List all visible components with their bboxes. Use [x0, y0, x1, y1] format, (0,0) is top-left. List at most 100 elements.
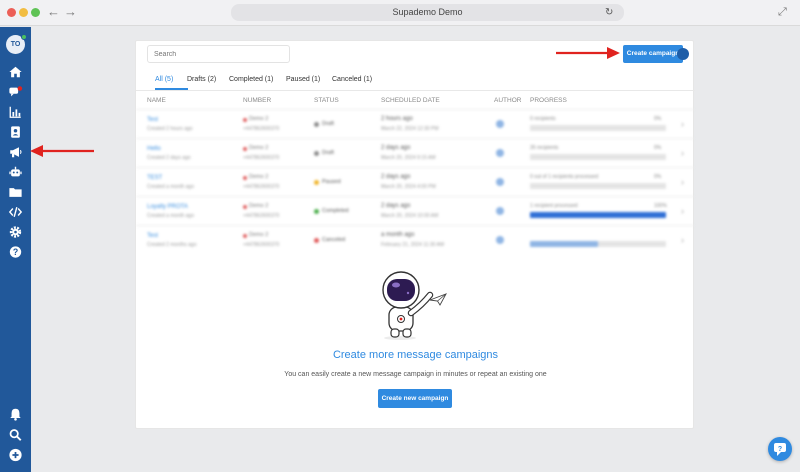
sender-name: Demo 2 [249, 203, 269, 209]
campaigns-panel: Create campaign All (5) Drafts (2) Compl… [135, 40, 695, 429]
chevron-right-icon[interactable]: › [681, 177, 684, 187]
svg-text:?: ? [778, 446, 782, 453]
scheduled-date: 2 hours ago [381, 116, 413, 122]
sender-name: Demo 2 [249, 145, 269, 151]
sender-number: +447862600370 [243, 242, 280, 248]
sender-number: +447862600370 [243, 184, 280, 190]
avatar [496, 149, 504, 157]
number-dot [243, 176, 247, 180]
tab-drafts[interactable]: Drafts (2) [187, 71, 216, 89]
progress-bar [530, 183, 666, 189]
header-name: NAME [147, 97, 166, 104]
number-dot [243, 147, 247, 151]
sender-number: +447862600370 [243, 155, 280, 161]
robot-icon[interactable] [8, 165, 23, 179]
chat-icon: ? [774, 443, 786, 456]
campaign-name[interactable]: Test [147, 117, 158, 123]
tab-all[interactable]: All (5) [155, 71, 173, 89]
tab-paused[interactable]: Paused (1) [286, 71, 320, 89]
search-icon[interactable] [8, 428, 23, 442]
chevron-right-icon[interactable]: › [681, 119, 684, 129]
plus-circle-icon[interactable] [8, 448, 23, 462]
status-dot [314, 209, 319, 214]
progress-percent: 100% [654, 203, 667, 209]
campaign-name[interactable]: Hello [147, 146, 161, 152]
close-window-button[interactable] [7, 8, 16, 17]
minimize-window-button[interactable] [19, 8, 28, 17]
scheduled-date: 2 days ago [381, 203, 411, 209]
campaign-name[interactable]: Loyalty PROTA [147, 204, 188, 210]
table-row[interactable]: Loyalty PROTA Created a month ago Demo 2… [136, 196, 695, 225]
progress-text: 26 recipients [530, 145, 559, 151]
progress-bar [530, 154, 666, 160]
home-icon[interactable] [8, 65, 23, 79]
table-row[interactable]: Test Created 2 hours ago Demo 2 +4478626… [136, 109, 695, 138]
chevron-right-icon[interactable]: › [681, 148, 684, 158]
table-row[interactable]: Hello Created 2 days ago Demo 2 +4478626… [136, 138, 695, 167]
scheduled-date: a month ago [381, 232, 415, 238]
status-dot [314, 122, 319, 127]
campaign-name[interactable]: Test [147, 233, 158, 239]
campaign-created: Created a month ago [147, 184, 194, 190]
arrow-left-icon[interactable]: ← [47, 4, 60, 20]
tab-completed[interactable]: Completed (1) [229, 71, 273, 89]
campaign-created: Created a month ago [147, 213, 194, 219]
chat-support-button[interactable]: ? [768, 437, 792, 461]
sender-number: +447862600370 [243, 126, 280, 132]
chevron-right-icon[interactable]: › [681, 206, 684, 216]
avatar [496, 207, 504, 215]
campaign-created: Created 2 days ago [147, 155, 191, 161]
status-badge: Paused [322, 179, 341, 185]
create-campaign-button[interactable]: Create campaign [623, 45, 683, 63]
scheduled-date-full: March 20, 2024 4:00 PM [381, 184, 436, 190]
tab-canceled[interactable]: Canceled (1) [332, 71, 372, 89]
table-row[interactable]: Test Created 2 months ago Demo 2 +447862… [136, 225, 695, 254]
sender-name: Demo 2 [249, 116, 269, 122]
megaphone-icon[interactable] [8, 145, 23, 159]
empty-state-subtitle: You can easily create a new message camp… [284, 371, 547, 378]
divider [136, 90, 695, 91]
arrow-right-icon[interactable]: → [64, 4, 77, 20]
chat-bubbles-icon[interactable] [8, 85, 23, 99]
address-bar[interactable]: Supademo Demo [231, 4, 624, 21]
progress-fill [530, 212, 666, 218]
status-dot [314, 238, 319, 243]
status-badge: Draft [322, 150, 334, 156]
bell-icon[interactable] [8, 407, 23, 421]
campaign-name[interactable]: TEST [147, 175, 162, 181]
click-indicator-dot [677, 48, 689, 60]
folder-icon[interactable] [8, 185, 23, 199]
table-row[interactable]: TEST Created a month ago Demo 2 +4478626… [136, 167, 695, 196]
reload-icon[interactable]: ↻ [605, 4, 613, 21]
progress-bar [530, 241, 666, 247]
progress-text: 0 out of 1 recipients processed [530, 174, 599, 180]
chevron-right-icon[interactable]: › [681, 235, 684, 245]
create-new-campaign-button[interactable]: Create new campaign [378, 389, 452, 408]
maximize-window-button[interactable] [31, 8, 40, 17]
progress-fill [530, 241, 598, 247]
svg-text:?: ? [13, 247, 18, 257]
code-icon[interactable] [8, 205, 23, 219]
status-badge: Draft [322, 121, 334, 127]
help-icon[interactable]: ? [8, 245, 23, 259]
avatar [496, 236, 504, 244]
scheduled-date-full: March 20, 2024 10:00 AM [381, 213, 439, 219]
progress-bar [530, 212, 666, 218]
gear-icon[interactable] [8, 225, 23, 239]
scheduled-date: 2 days ago [381, 145, 411, 151]
campaign-created: Created 2 months ago [147, 242, 197, 248]
header-author: AUTHOR [494, 97, 522, 104]
contact-book-icon[interactable] [8, 125, 23, 139]
search-input[interactable] [147, 45, 290, 63]
expand-icon[interactable]: ⤢ [778, 5, 787, 19]
status-dot [314, 180, 319, 185]
number-dot [243, 118, 247, 122]
progress-percent: 0% [654, 174, 662, 180]
bar-chart-icon[interactable] [8, 105, 23, 119]
progress-text: 1 recipient processed [530, 203, 578, 209]
header-scheduled-date: SCHEDULED DATE [381, 97, 440, 104]
campaign-created: Created 2 hours ago [147, 126, 193, 132]
empty-state-title: Create more message campaigns [332, 349, 499, 361]
header-status: STATUS [314, 97, 339, 104]
scheduled-date: 2 days ago [381, 174, 411, 180]
